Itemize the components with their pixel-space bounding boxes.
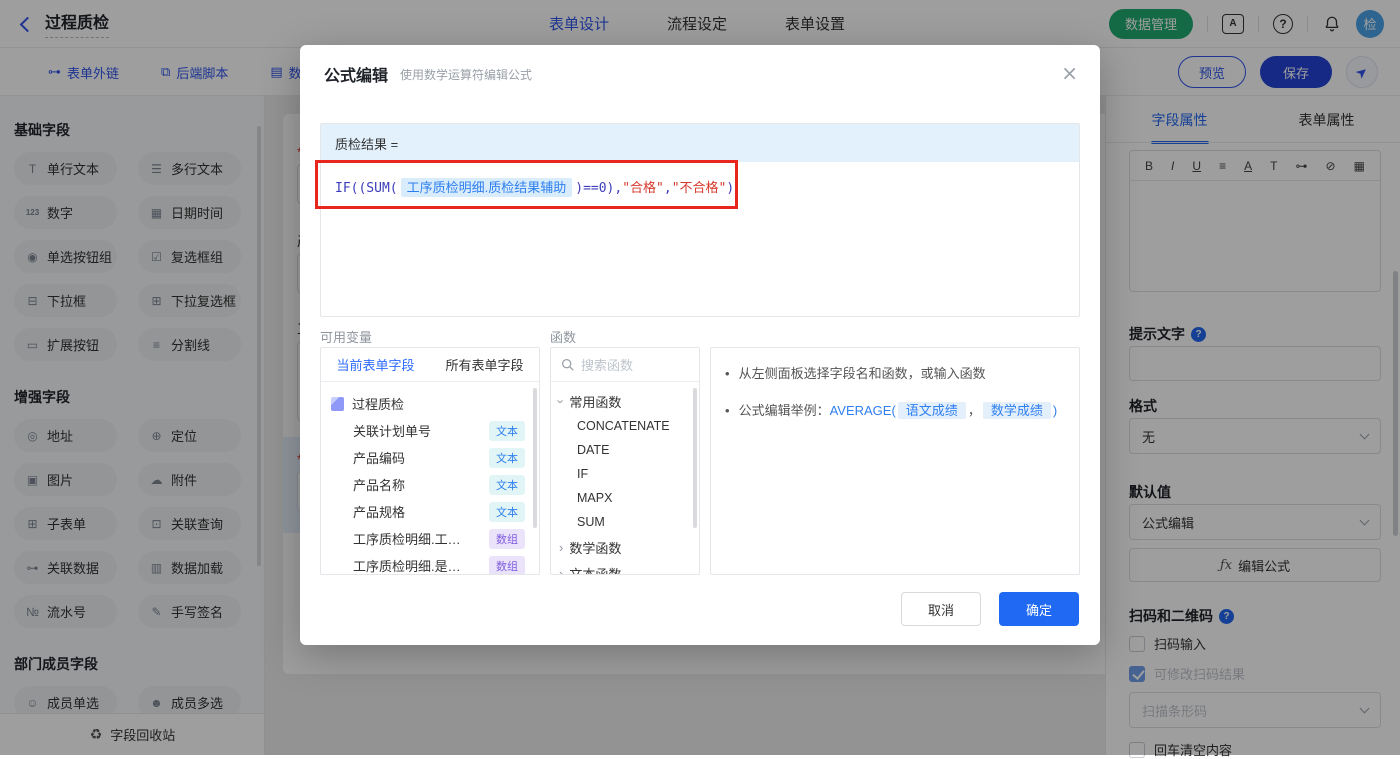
confirm-button[interactable]: 确定 <box>999 592 1079 626</box>
variable-type-badge: 数组 <box>489 555 525 574</box>
cancel-button[interactable]: 取消 <box>901 592 981 626</box>
variables-root-name: 过程质检 <box>352 397 405 412</box>
variable-name: 工序质检明细.是否需... <box>353 559 471 574</box>
function-search-input[interactable]: 搜索函数 <box>551 348 699 382</box>
example-field-chip: 语文成绩 <box>897 401 966 419</box>
variables-panel: 当前表单字段 所有表单字段 过程质检 关联计划单号 文本 产品编码 文本 产品名称 文本 产品规… <box>320 347 540 575</box>
variable-type-badge: 数组 <box>489 528 525 549</box>
variables-label: 可用变量 <box>320 330 373 345</box>
variable-row[interactable]: 产品编码 文本 <box>321 444 539 471</box>
variables-tab-当前表单字段[interactable]: 当前表单字段 <box>321 348 430 381</box>
variable-name: 产品名称 <box>353 478 406 493</box>
variable-name: 产品编码 <box>353 451 406 466</box>
search-placeholder: 搜索函数 <box>581 358 634 373</box>
function-item-MAPX[interactable]: MAPX <box>551 486 699 510</box>
form-doc-icon <box>331 396 344 411</box>
function-item-DATE[interactable]: DATE <box>551 438 699 462</box>
example-field-chip: 数学成绩 <box>982 401 1051 419</box>
function-group-name: 常用函数 <box>569 394 622 410</box>
modal-title: 公式编辑 <box>324 68 389 85</box>
variable-row[interactable]: 工序质检明细.是否需... 数组 <box>321 552 539 574</box>
variable-name: 关联计划单号 <box>353 424 432 439</box>
help-bullet-2: 公式编辑举例：AVERAGE(语文成绩，数学成绩) <box>738 401 1058 419</box>
variable-row[interactable]: 产品名称 文本 <box>321 471 539 498</box>
variable-name: 工序质检明细.工序名称 <box>353 532 471 547</box>
variable-type-badge: 文本 <box>489 447 525 468</box>
function-group-文本函数[interactable]: › 文本函数 <box>551 560 699 575</box>
chevron-collapsed-icon: › <box>559 539 564 555</box>
functions-scrollbar[interactable] <box>693 388 697 528</box>
function-group-name: 文本函数 <box>569 566 622 575</box>
function-item-IF[interactable]: IF <box>551 462 699 486</box>
variables-tab-所有表单字段[interactable]: 所有表单字段 <box>430 348 539 381</box>
red-annotation-box <box>315 160 738 209</box>
help-bullet-1: 从左侧面板选择字段名和函数，或输入函数 <box>738 366 986 381</box>
formula-box: 质检结果 = IF((SUM(工序质检明细.质检结果辅助)==0),"合格","… <box>320 123 1080 317</box>
formula-help-panel: 从左侧面板选择字段名和函数，或输入函数 公式编辑举例：AVERAGE(语文成绩，… <box>710 347 1080 575</box>
close-icon[interactable]: × <box>1061 63 1078 83</box>
variable-name: 产品规格 <box>353 505 406 520</box>
variable-type-badge: 文本 <box>489 474 525 495</box>
function-group-name: 数学函数 <box>569 540 622 556</box>
search-icon <box>561 358 574 371</box>
function-group-常用函数[interactable]: › 常用函数 <box>551 388 699 414</box>
modal-subtitle: 使用数学运算符编辑公式 <box>400 67 533 82</box>
chevron-expanded-icon: › <box>553 398 569 404</box>
function-group-数学函数[interactable]: › 数学函数 <box>551 534 699 560</box>
chevron-collapsed-icon: › <box>559 565 564 575</box>
variable-row[interactable]: 关联计划单号 文本 <box>321 417 539 444</box>
functions-panel: 搜索函数 › 常用函数 CONCATENATE DATE IF MAPX SUM › 数学函数 ›… <box>550 347 700 575</box>
formula-editor-modal: 公式编辑 使用数学运算符编辑公式 × 质检结果 = IF((SUM(工序质检明细… <box>300 45 1100 645</box>
variable-type-badge: 文本 <box>489 501 525 522</box>
variable-type-badge: 文本 <box>489 420 525 441</box>
function-item-CONCATENATE[interactable]: CONCATENATE <box>551 414 699 438</box>
function-item-SUM[interactable]: SUM <box>551 510 699 534</box>
variable-row[interactable]: 工序质检明细.工序名称 数组 <box>321 525 539 552</box>
variables-scrollbar[interactable] <box>533 388 537 528</box>
formula-target: 质检结果 = <box>321 124 1079 162</box>
functions-label: 函数 <box>550 330 577 345</box>
variables-root-node[interactable]: 过程质检 <box>321 390 539 417</box>
variable-row[interactable]: 产品规格 文本 <box>321 498 539 525</box>
